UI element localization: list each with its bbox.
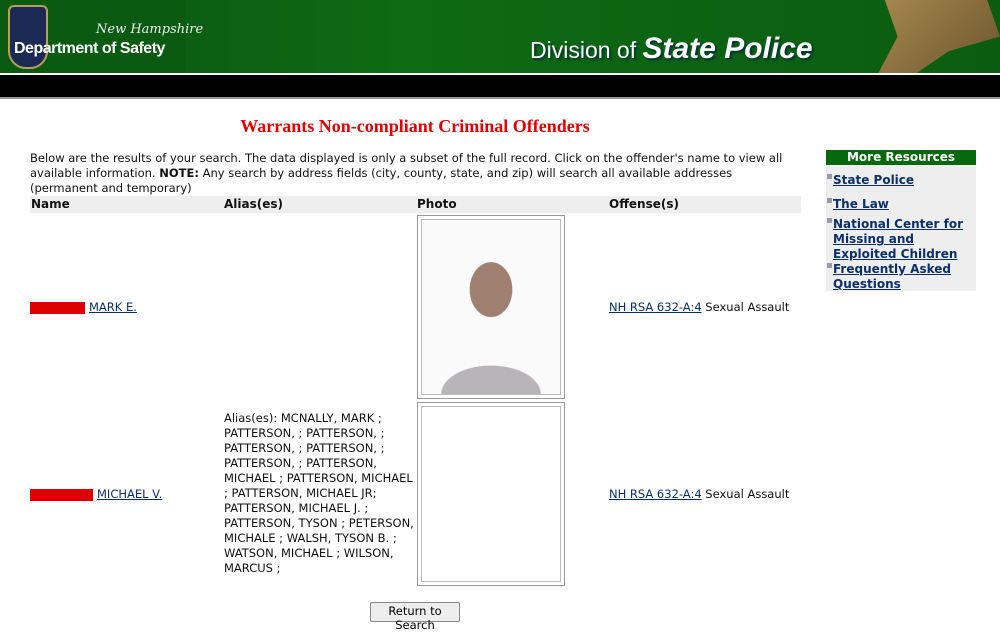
redacted-surname (30, 488, 93, 501)
nav-bar (0, 75, 1000, 97)
offender-photo (417, 215, 565, 399)
offender-name-link[interactable]: MICHAEL V. (97, 487, 162, 501)
offense-text: Sexual Assault (705, 487, 790, 501)
resources-title: More Resources (826, 150, 976, 165)
offense-text: Sexual Assault (705, 300, 790, 314)
department-name: Department of Safety (14, 40, 165, 57)
col-name: Name (31, 197, 70, 211)
link-the-law[interactable]: The Law (833, 197, 889, 211)
more-resources-panel: More Resources State Police The Law Nati… (826, 150, 976, 291)
division-title: Division of State Police (530, 32, 813, 65)
offender-photo-missing (417, 402, 565, 586)
site-header: New Hampshire Department of Safety Divis… (0, 0, 1000, 73)
dos-badge-logo (8, 5, 48, 69)
offender-name-link[interactable]: MARK E. (89, 300, 137, 314)
col-alias: Alias(es) (224, 197, 284, 211)
col-offense: Offense(s) (609, 197, 679, 211)
link-ncmec[interactable]: National Center for Missing and Exploite… (833, 217, 963, 261)
return-to-search-button[interactable]: Return to Search (370, 602, 460, 632)
alias-list: Alias(es): MCNALLY, MARK ; PATTERSON, ; … (224, 411, 414, 575)
redacted-surname (30, 301, 85, 314)
link-faq[interactable]: Frequently Asked Questions (833, 262, 951, 291)
col-photo: Photo (417, 197, 457, 211)
intro-text: Below are the results of your search. Th… (30, 151, 783, 195)
table-header: Name Alias(es) Photo Offense(s) (30, 196, 801, 213)
state-police-star-logo (878, 0, 1000, 73)
page-title: Warrants Non-compliant Criminal Offender… (240, 116, 590, 136)
offense-link[interactable]: NH RSA 632-A:4 (609, 300, 702, 314)
offense-link[interactable]: NH RSA 632-A:4 (609, 487, 702, 501)
state-name: New Hampshire (96, 22, 204, 37)
link-state-police[interactable]: State Police (833, 173, 914, 187)
